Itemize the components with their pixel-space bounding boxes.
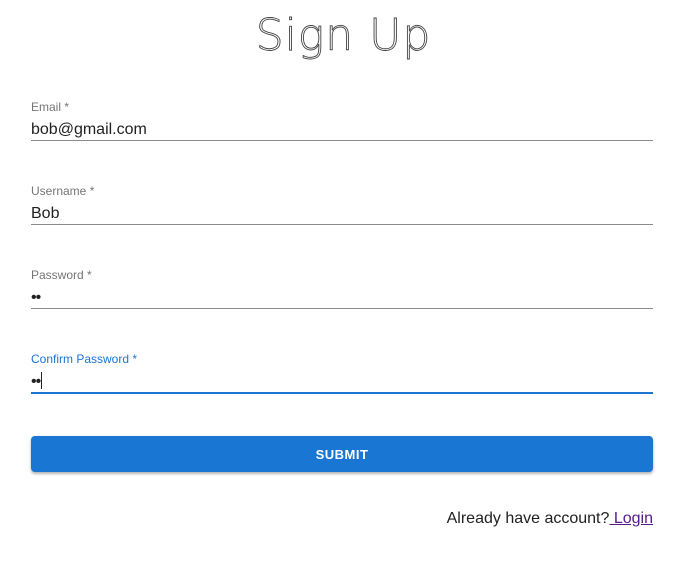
confirm-password-field[interactable]: Confirm Password * •• xyxy=(31,352,653,404)
confirm-password-label: Confirm Password * xyxy=(31,352,138,366)
login-link[interactable]: Login xyxy=(609,510,653,527)
email-underline xyxy=(31,140,653,141)
confirm-password-input[interactable]: •• xyxy=(31,366,653,392)
username-field[interactable]: Username * Bob xyxy=(31,184,653,236)
email-input[interactable]: bob@gmail.com xyxy=(31,114,653,140)
username-label: Username * xyxy=(31,184,95,198)
text-caret xyxy=(41,372,43,389)
signup-page: Sign Up Email * bob@gmail.com Username *… xyxy=(0,0,687,561)
email-label: Email * xyxy=(31,100,70,114)
username-underline xyxy=(31,224,653,225)
page-title: Sign Up xyxy=(255,10,432,62)
password-input[interactable]: •• xyxy=(31,282,653,308)
password-underline xyxy=(31,308,653,309)
confirm-password-value: •• xyxy=(31,373,41,390)
username-input[interactable]: Bob xyxy=(31,198,653,224)
email-field[interactable]: Email * bob@gmail.com xyxy=(31,100,653,152)
login-prompt-text: Already have account? xyxy=(446,510,610,527)
password-label: Password * xyxy=(31,268,92,282)
confirm-password-underline xyxy=(31,392,653,394)
submit-button[interactable]: SUBMIT xyxy=(31,436,653,472)
login-prompt: Already have account? Login xyxy=(447,510,653,528)
password-field[interactable]: Password * •• xyxy=(31,268,653,320)
